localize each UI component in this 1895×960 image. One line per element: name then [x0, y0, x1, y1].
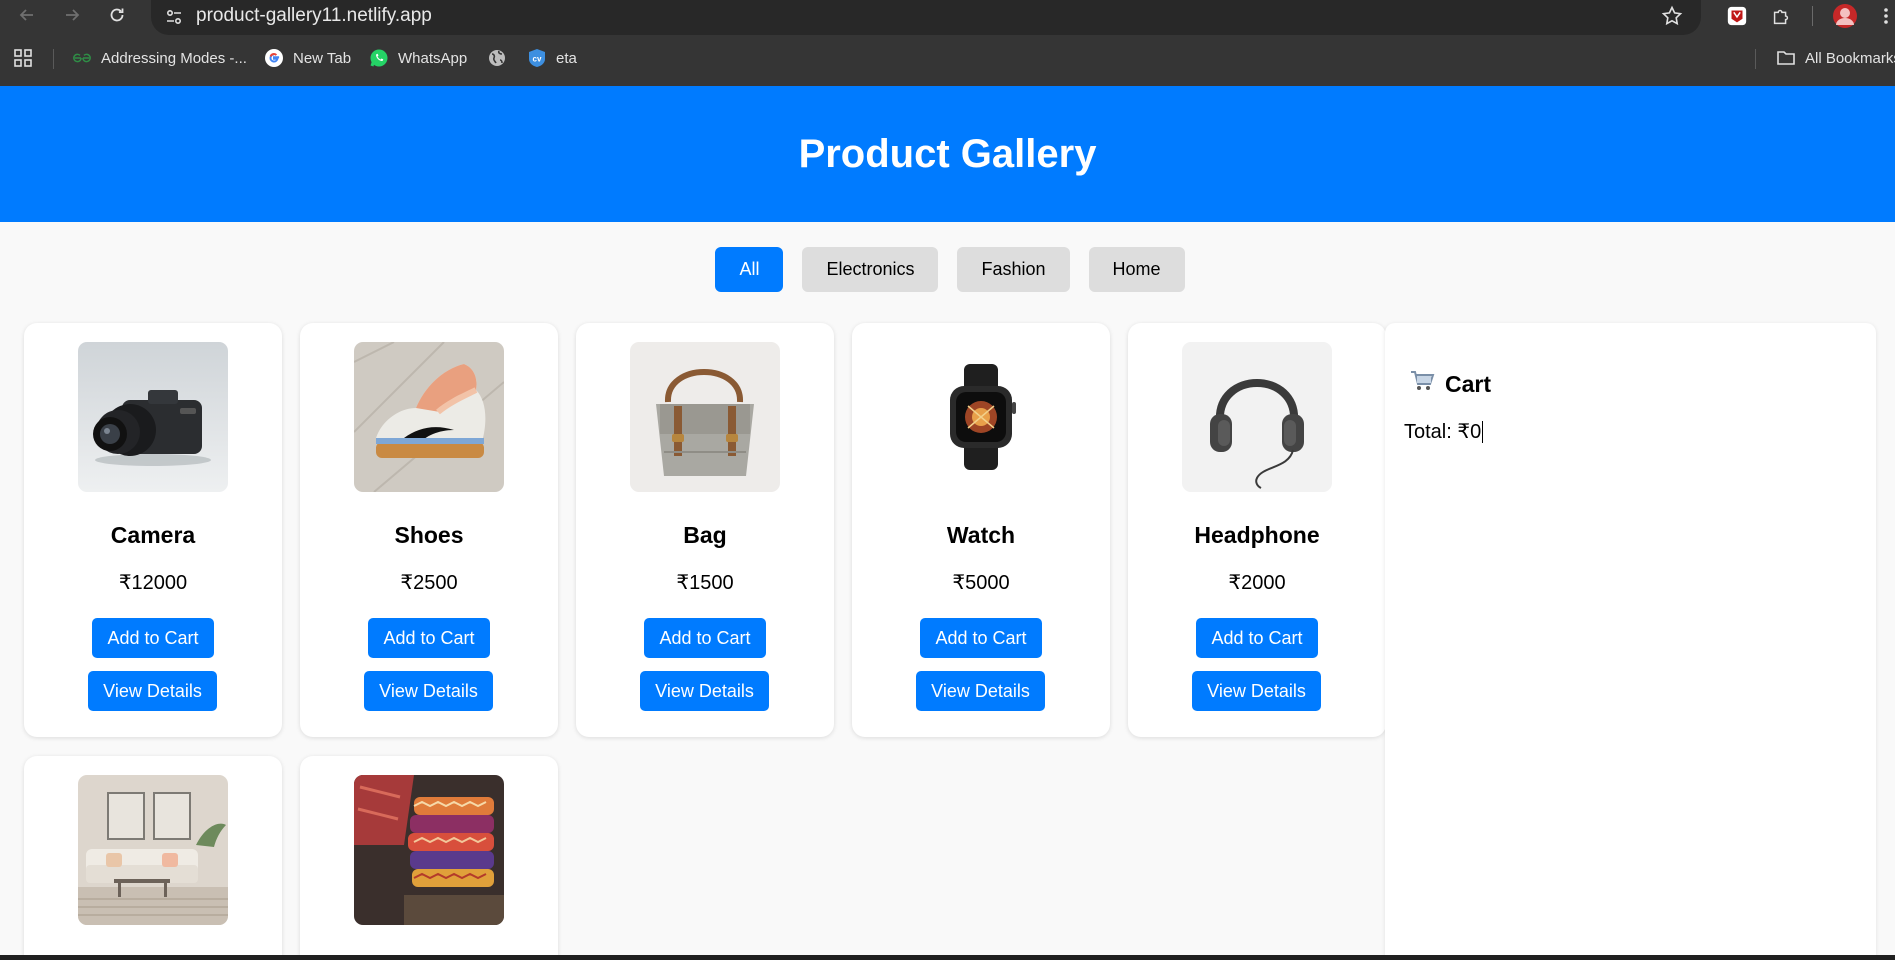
google-icon: [264, 48, 284, 68]
bookmark-label: eta: [556, 49, 577, 67]
filter-home-button[interactable]: Home: [1088, 247, 1185, 292]
bookmark-whatsapp[interactable]: WhatsApp: [369, 43, 467, 73]
shopping-cart-icon: [1409, 369, 1435, 399]
cv-icon: cv: [527, 48, 547, 68]
add-to-cart-button[interactable]: Add to Cart: [368, 618, 490, 658]
svg-text:cv: cv: [533, 55, 542, 64]
product-price: ₹5000: [952, 572, 1010, 594]
mcafee-extension-icon[interactable]: [1724, 3, 1750, 29]
cart-heading: Cart: [1409, 369, 1491, 399]
product-card-shoes: Shoes ₹2500 Add to Cart View Details: [300, 323, 558, 737]
product-card-cushions: [300, 756, 558, 960]
bookmark-star-icon[interactable]: [1660, 4, 1684, 28]
bookmark-label: WhatsApp: [398, 49, 468, 67]
cart-total: Total: ₹0: [1404, 419, 1484, 444]
product-name: Bag: [683, 522, 727, 548]
product-card-headphone: Headphone ₹2000 Add to Cart View Details: [1128, 323, 1386, 737]
forward-icon[interactable]: [57, 0, 87, 30]
camera-image: [78, 342, 228, 492]
chrome-menu-icon[interactable]: [1877, 3, 1895, 29]
cart-panel: Cart Total: ₹0: [1385, 323, 1876, 960]
shoes-image: [354, 342, 504, 492]
filter-electronics-button[interactable]: Electronics: [802, 247, 939, 292]
bookmark-new-tab[interactable]: New Tab: [264, 43, 351, 73]
cart-title: Cart: [1445, 370, 1492, 397]
view-details-button[interactable]: View Details: [916, 671, 1045, 711]
headphone-image: [1182, 342, 1332, 492]
product-card-watch: Watch ₹5000 Add to Cart View Details: [852, 323, 1110, 737]
geeksforgeeks-icon: [72, 48, 92, 68]
add-to-cart-button[interactable]: Add to Cart: [644, 618, 766, 658]
all-bookmarks-folder[interactable]: All Bookmarks: [1776, 43, 1895, 73]
cushions-image: [354, 775, 504, 925]
view-details-button[interactable]: View Details: [364, 671, 493, 711]
view-details-button[interactable]: View Details: [88, 671, 217, 711]
filter-fashion-button[interactable]: Fashion: [957, 247, 1070, 292]
page-header: Product Gallery: [0, 86, 1895, 222]
bookmark-label: New Tab: [293, 49, 352, 67]
back-icon[interactable]: [12, 0, 42, 30]
add-to-cart-button[interactable]: Add to Cart: [92, 618, 214, 658]
reload-icon[interactable]: [102, 0, 132, 30]
bookmark-label: Addressing Modes -...: [101, 49, 247, 67]
view-details-button[interactable]: View Details: [640, 671, 769, 711]
globe-icon: [487, 48, 507, 68]
folder-icon: [1776, 48, 1796, 68]
product-name: Shoes: [394, 522, 464, 548]
site-settings-icon[interactable]: [162, 5, 186, 29]
product-card-camera: Camera ₹12000 Add to Cart View Details: [24, 323, 282, 737]
text-cursor: [1482, 420, 1484, 443]
bookmark-eta[interactable]: cv eta: [527, 43, 577, 73]
product-name: Camera: [110, 522, 196, 548]
product-card-sofa: [24, 756, 282, 960]
page-title: Product Gallery: [798, 131, 1097, 176]
extensions-puzzle-icon[interactable]: [1768, 3, 1794, 29]
category-filters: All Electronics Fashion Home: [0, 247, 1895, 292]
all-bookmarks-label: All Bookmarks: [1805, 49, 1895, 67]
view-details-button[interactable]: View Details: [1192, 671, 1321, 711]
bag-image: [630, 342, 780, 492]
apps-grid-icon[interactable]: [13, 43, 33, 73]
product-price: ₹2000: [1228, 572, 1286, 594]
product-price: ₹2500: [400, 572, 458, 594]
address-url[interactable]: product-gallery11.netlify.app: [196, 4, 432, 28]
product-price: ₹12000: [118, 572, 188, 594]
product-name: Headphone: [1194, 522, 1320, 548]
watch-image: [906, 342, 1056, 492]
sofa-image: [78, 775, 228, 925]
profile-avatar-icon[interactable]: [1830, 3, 1860, 29]
add-to-cart-button[interactable]: Add to Cart: [1196, 618, 1318, 658]
product-price: ₹1500: [676, 572, 734, 594]
product-name: Watch: [946, 522, 1016, 548]
whatsapp-icon: [369, 48, 389, 68]
cart-total-text: Total: ₹0: [1404, 421, 1482, 443]
filter-all-button[interactable]: All: [715, 247, 784, 292]
product-card-bag: Bag ₹1500 Add to Cart View Details: [576, 323, 834, 737]
bookmark-globe[interactable]: [487, 43, 507, 73]
taskbar-edge: [0, 955, 1895, 960]
add-to-cart-button[interactable]: Add to Cart: [920, 618, 1042, 658]
bookmark-addressing-modes[interactable]: Addressing Modes -...: [72, 43, 247, 73]
